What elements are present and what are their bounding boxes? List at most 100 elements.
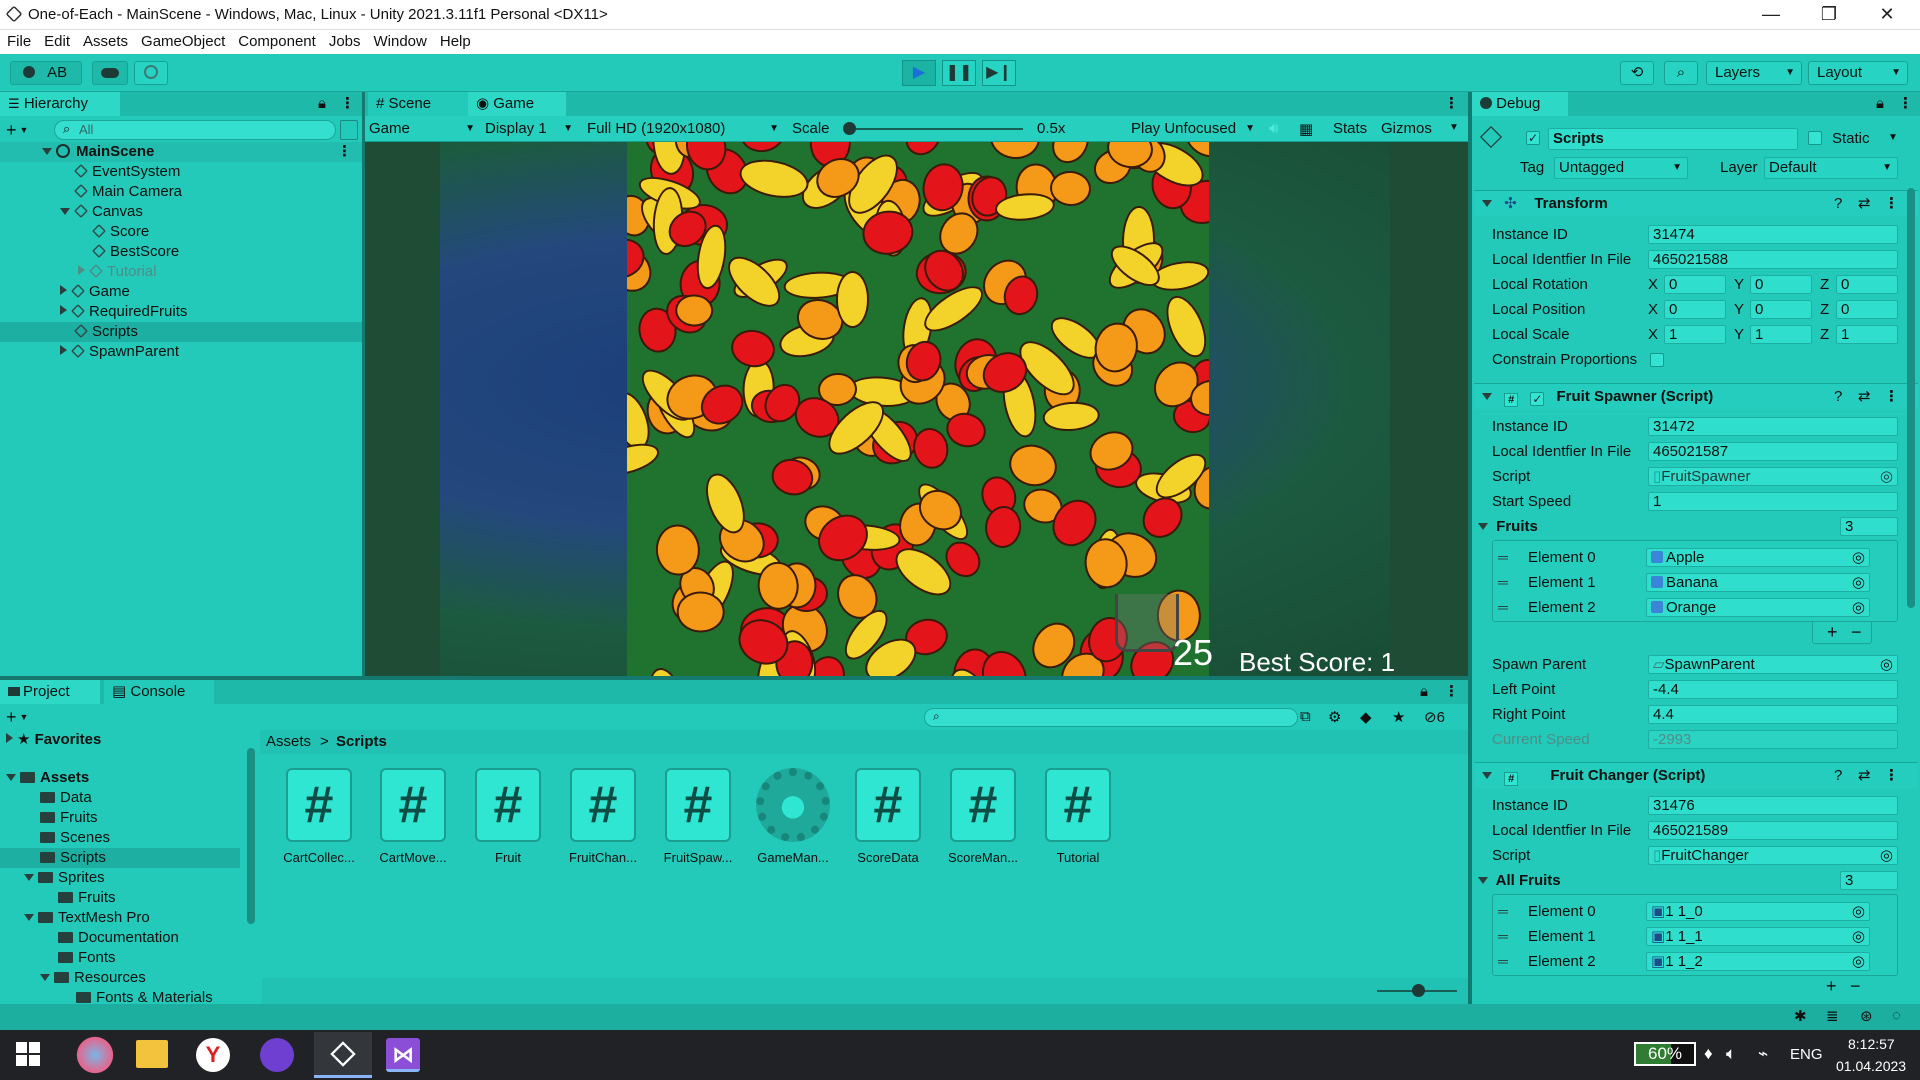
create-asset-button[interactable]: + ▼ [6,706,38,728]
collab-button[interactable] [134,61,168,85]
asset-fruit[interactable]: # Fruit [465,768,551,865]
display-dropdown[interactable]: Display 1 ▼ [485,118,577,140]
network-icon[interactable]: ⌁ [1758,1044,1768,1064]
game-view-dropdown[interactable]: Game ▼ [369,118,479,140]
chevron-down-icon[interactable]: ▼ [1449,122,1459,133]
menu-window[interactable]: Window [367,30,433,50]
help-icon[interactable]: ? [1834,191,1842,216]
hierarchy-item-canvas[interactable]: Canvas [0,202,362,222]
preset-icon[interactable]: ⇄ [1858,763,1871,788]
add-object-button[interactable]: + ▼ [6,120,36,140]
object-name-field[interactable]: Scripts [1548,128,1798,150]
language-indicator[interactable]: ENG [1790,1046,1823,1063]
progress-icon[interactable]: ◌ [1892,1007,1901,1024]
favorites-row[interactable]: ★ Favorites [0,730,240,750]
breadcrumb-assets[interactable]: Assets [266,733,311,750]
kebab-menu-icon[interactable]: ⋮ [337,142,352,162]
breadcrumb-scripts[interactable]: Scripts [336,733,387,750]
tree-item-textmesh-pro[interactable]: TextMesh Pro [0,908,240,928]
tab-game[interactable]: ◉ Game [468,92,566,116]
rotation-x-field[interactable]: 0 [1664,275,1726,294]
clock-date[interactable]: 01.04.2023 [1836,1058,1906,1074]
object-picker-icon[interactable]: ◎ [1852,599,1865,616]
kebab-menu-icon[interactable]: ⋮ [1898,94,1913,112]
hierarchy-item-game[interactable]: Game [0,282,362,302]
tree-item-sprites[interactable]: Sprites [0,868,240,888]
lock-icon[interactable]: 🔒︎ [1420,683,1428,700]
scale-x-field[interactable]: 1 [1664,325,1726,344]
fold-arrow-icon[interactable] [1478,523,1488,530]
fold-arrow-icon[interactable] [1482,200,1492,207]
asset-cartmovement[interactable]: # CartMove... [370,768,456,865]
expand-arrow-icon[interactable] [60,208,70,215]
asset-fruitchanger[interactable]: # FruitChan... [560,768,646,865]
tree-item-fonts[interactable]: Fonts [0,948,240,968]
script-field[interactable]: ▯FruitChanger ◎ [1648,846,1898,865]
sprite-element-1-field[interactable]: ▣1 1_1 ◎ [1646,927,1870,946]
sprite-element-2-field[interactable]: ▣1 1_2 ◎ [1646,952,1870,971]
slider-handle[interactable] [843,122,856,135]
layout-dropdown[interactable]: Layout ▼ [1808,61,1908,85]
icon-size-slider[interactable] [1377,984,1457,997]
kebab-menu-icon[interactable]: ⋮ [340,94,355,112]
asset-scoredata[interactable]: # ScoreData [845,768,931,865]
project-search-input[interactable]: ⌕ [924,708,1298,727]
object-picker-icon[interactable]: ◎ [1880,656,1893,673]
object-picker-icon[interactable]: ◎ [1852,928,1865,945]
scrollbar-thumb[interactable] [1907,188,1915,608]
asset-tutorial[interactable]: # Tutorial [1035,768,1121,865]
expand-arrow-icon[interactable] [42,148,52,155]
transform-header[interactable]: ✣ Transform ? ⇄ ⋮ [1474,190,1918,216]
tree-item-scenes[interactable]: Scenes [0,828,240,848]
fold-arrow-icon[interactable] [1482,393,1492,400]
yandex-browser-icon[interactable]: Y [196,1038,230,1072]
step-button[interactable]: ▶❙ [982,60,1016,86]
clock-time[interactable]: 8:12:57 [1848,1036,1895,1052]
account-dropdown[interactable]: AB ▼ [10,61,82,102]
constrain-proportions-checkbox[interactable] [1650,353,1664,367]
local-id-field[interactable]: 465021587 [1648,442,1898,461]
bug-icon[interactable]: ✱ [1794,1007,1807,1025]
tree-item-documentation[interactable]: Documentation [0,928,240,948]
expand-arrow-icon[interactable] [78,265,85,275]
static-checkbox[interactable] [1808,131,1822,145]
all-fruits-list-header[interactable]: All Fruits [1478,872,1561,889]
hidden-packages-toggle[interactable]: ⊘6 [1424,708,1445,726]
hierarchy-item-eventsystem[interactable]: EventSystem [0,162,362,182]
windows-start-icon[interactable] [16,1042,40,1066]
tree-item-sprites-fruits[interactable]: Fruits [0,888,240,908]
component-enabled-checkbox[interactable]: ✓ [1530,392,1545,406]
menu-assets[interactable]: Assets [76,30,134,50]
active-checkbox[interactable]: ✓ [1526,131,1540,145]
tab-scene[interactable]: # Scene [368,92,468,116]
menu-help[interactable]: Help [433,30,477,50]
notification-icon[interactable]: ♦ [1704,1044,1713,1064]
position-x-field[interactable]: 0 [1664,300,1726,319]
left-point-field[interactable]: -4.4 [1648,680,1898,699]
lock-icon[interactable]: 🔒︎ [1876,95,1884,112]
scene-search-icon[interactable] [340,120,358,140]
favorite-star-icon[interactable]: ★ [1392,708,1405,726]
object-picker-icon[interactable]: ◎ [1852,574,1865,591]
remove-element-icon[interactable]: − [1851,622,1862,643]
search-button[interactable]: ⌕ [1664,61,1698,85]
github-desktop-icon[interactable] [260,1038,294,1072]
fold-arrow-icon[interactable] [1478,877,1488,884]
kebab-menu-icon[interactable]: ⋮ [1884,763,1899,788]
fruit-element-0-field[interactable]: Apple ◎ [1646,548,1870,567]
sprite-element-0-field[interactable]: ▣1 1_0 ◎ [1646,902,1870,921]
object-picker-icon[interactable]: ◎ [1852,549,1865,566]
remove-element-icon[interactable]: − [1850,976,1861,997]
expand-arrow-icon[interactable] [24,914,34,921]
cloud-button[interactable] [92,61,128,85]
history-button[interactable]: ⟲ [1620,61,1654,85]
asset-scoremanager[interactable]: # ScoreMan... [940,768,1026,865]
keyboard-icon[interactable]: ▦ [1299,120,1313,138]
scene-row[interactable]: MainScene ⋮ [0,142,362,162]
asset-fruitspawner[interactable]: # FruitSpaw... [655,768,741,865]
expand-arrow-icon[interactable] [60,285,67,295]
cache-icon[interactable]: ≣ [1826,1007,1839,1025]
minimize-button[interactable]: — [1742,0,1800,30]
hierarchy-item-score[interactable]: Score [0,222,362,242]
chevron-down-icon[interactable]: ▼ [1888,132,1898,143]
